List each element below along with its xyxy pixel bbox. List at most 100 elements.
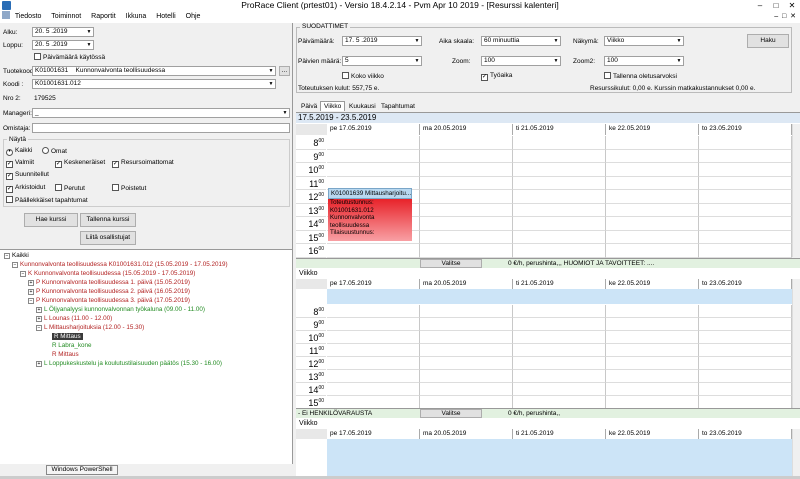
tyoaika-checkbox[interactable]: ✓ Työaika <box>481 72 512 81</box>
time-slot[interactable] <box>327 344 420 357</box>
time-slot[interactable] <box>513 190 606 204</box>
vertical-scrollbar[interactable] <box>792 124 800 257</box>
collapse-icon[interactable]: − <box>36 325 42 331</box>
tree-node[interactable]: + L Lounas (11.00 - 12.00) <box>0 314 292 323</box>
time-slot[interactable] <box>699 163 792 177</box>
time-slot[interactable] <box>699 318 792 331</box>
tree-node[interactable]: − L Mittausharjoituksia (12.00 - 15.30) <box>0 323 292 332</box>
tallenna-oletus-checkbox[interactable]: Tallenna oletusarvoksi <box>604 72 677 80</box>
menu-toiminnot[interactable]: Toiminnot <box>51 13 81 20</box>
time-slot[interactable] <box>606 190 699 204</box>
menu-raportit[interactable]: Raportit <box>91 13 116 20</box>
valitse-button-2[interactable]: Valitse <box>420 259 482 268</box>
browse-button[interactable]: ... <box>279 66 290 76</box>
minimize-button[interactable]: – <box>752 0 768 11</box>
expand-icon[interactable]: + <box>28 289 34 295</box>
time-slot[interactable] <box>699 176 792 190</box>
arkistoidut-checkbox[interactable]: ✓ Arkistoidut <box>6 184 45 193</box>
time-slot[interactable] <box>327 318 420 331</box>
day-header[interactable]: ma 20.05.2019 <box>420 429 513 439</box>
time-slot[interactable] <box>420 305 513 318</box>
day-header[interactable]: ke 22.05.2019 <box>606 429 699 439</box>
keskeneraiset-checkbox[interactable]: ✓ Keskeneräiset <box>55 159 105 168</box>
day-header[interactable]: pe 17.05.2019 <box>327 124 420 135</box>
tree-node[interactable]: − Kaikki <box>0 251 292 260</box>
time-slot[interactable] <box>420 217 513 231</box>
day-header[interactable]: ti 21.05.2019 <box>513 279 606 289</box>
zoom-select[interactable]: 100 ▼ <box>481 56 561 66</box>
time-slot[interactable] <box>699 305 792 318</box>
expand-icon[interactable]: + <box>36 361 42 367</box>
time-slot[interactable] <box>606 305 699 318</box>
time-slot[interactable] <box>327 370 420 383</box>
time-slot[interactable] <box>420 163 513 177</box>
time-slot[interactable] <box>699 203 792 217</box>
poistetut-checkbox[interactable]: Poistetut <box>112 184 146 192</box>
time-slot[interactable] <box>606 357 699 370</box>
time-slot[interactable] <box>699 136 792 150</box>
time-slot[interactable] <box>420 357 513 370</box>
time-slot[interactable] <box>606 176 699 190</box>
time-slot[interactable] <box>513 344 606 357</box>
tallenna-kurssi-button[interactable]: Tallenna kurssi <box>80 213 136 227</box>
time-slot[interactable] <box>327 149 420 163</box>
tuotekoodi-select[interactable]: K01001631 Kunnonvalvonta teollisuudessa ▼ <box>32 66 276 76</box>
expand-icon[interactable]: + <box>36 316 42 322</box>
time-slot[interactable] <box>513 163 606 177</box>
time-slot[interactable] <box>327 331 420 344</box>
time-slot[interactable] <box>420 230 513 244</box>
hae-kurssi-button[interactable]: Hae kurssi <box>24 213 78 227</box>
time-slot[interactable] <box>606 344 699 357</box>
time-slot[interactable] <box>513 203 606 217</box>
day-header[interactable]: pe 17.05.2019 <box>327 279 420 289</box>
time-slot[interactable] <box>513 217 606 231</box>
tree-node[interactable]: R Mittaus <box>0 350 292 359</box>
day-header[interactable]: ma 20.05.2019 <box>420 124 513 135</box>
time-slot[interactable] <box>606 163 699 177</box>
tree-node[interactable]: − K Kunnonvalvonta teollisuudessa (15.05.… <box>0 269 292 278</box>
time-slot[interactable] <box>327 383 420 396</box>
time-slot[interactable] <box>513 244 606 258</box>
vertical-scrollbar[interactable] <box>792 429 800 476</box>
tree-node[interactable]: + L Öljyanalyysi kunnonvalvonnan työkalun… <box>0 305 292 314</box>
time-slot[interactable] <box>699 331 792 344</box>
day-header[interactable]: ti 21.05.2019 <box>513 429 606 439</box>
event-header[interactable]: K01001639 Mittausharjoitu... <box>328 188 412 199</box>
time-slot[interactable] <box>513 149 606 163</box>
window-menu-icon[interactable] <box>2 11 10 19</box>
time-slot[interactable] <box>606 318 699 331</box>
collapse-icon[interactable]: − <box>4 253 10 259</box>
loppu-date-input[interactable]: 20. 5 .2019 ▼ <box>32 40 94 50</box>
collapse-icon[interactable]: − <box>20 271 26 277</box>
time-slot[interactable] <box>606 136 699 150</box>
day-header[interactable]: ti 21.05.2019 <box>513 124 606 135</box>
alku-date-input[interactable]: 20. 5 .2019 ▼ <box>32 27 94 37</box>
time-slot[interactable] <box>606 203 699 217</box>
time-slot[interactable] <box>513 357 606 370</box>
omistaja-input[interactable] <box>32 123 290 133</box>
resursoimattomat-checkbox[interactable]: ✓ Resursoimattomat <box>112 159 174 168</box>
paivamaara-kaytossa-checkbox[interactable]: Päivämäärä käytössä <box>34 53 105 61</box>
time-slot[interactable] <box>699 357 792 370</box>
mdi-controls[interactable]: – □ ✕ <box>774 11 796 23</box>
paivamaara-input[interactable]: 17. 5 .2019 ▼ <box>342 36 422 46</box>
koko-viikko-checkbox[interactable]: Koko viikko <box>342 72 384 80</box>
time-slot[interactable] <box>513 176 606 190</box>
time-slot[interactable] <box>699 217 792 231</box>
day-header[interactable]: to 23.05.2019 <box>699 279 792 289</box>
time-slot[interactable] <box>606 230 699 244</box>
time-slot[interactable] <box>606 217 699 231</box>
time-slot[interactable] <box>420 136 513 150</box>
time-slot[interactable] <box>606 383 699 396</box>
day-header[interactable]: pe 17.05.2019 <box>327 429 420 439</box>
time-slot[interactable] <box>327 357 420 370</box>
menu-ikkuna[interactable]: Ikkuna <box>126 13 147 20</box>
time-slot[interactable] <box>606 370 699 383</box>
time-slot[interactable] <box>327 305 420 318</box>
expand-icon[interactable]: + <box>28 280 34 286</box>
omat-radio[interactable]: Omat <box>42 147 67 155</box>
menu-hotelli[interactable]: Hotelli <box>156 13 175 20</box>
menu-tiedosto[interactable]: Tiedosto <box>15 13 42 20</box>
time-slot[interactable] <box>699 344 792 357</box>
tab-tapahtumat[interactable]: Tapahtumat <box>378 103 418 110</box>
